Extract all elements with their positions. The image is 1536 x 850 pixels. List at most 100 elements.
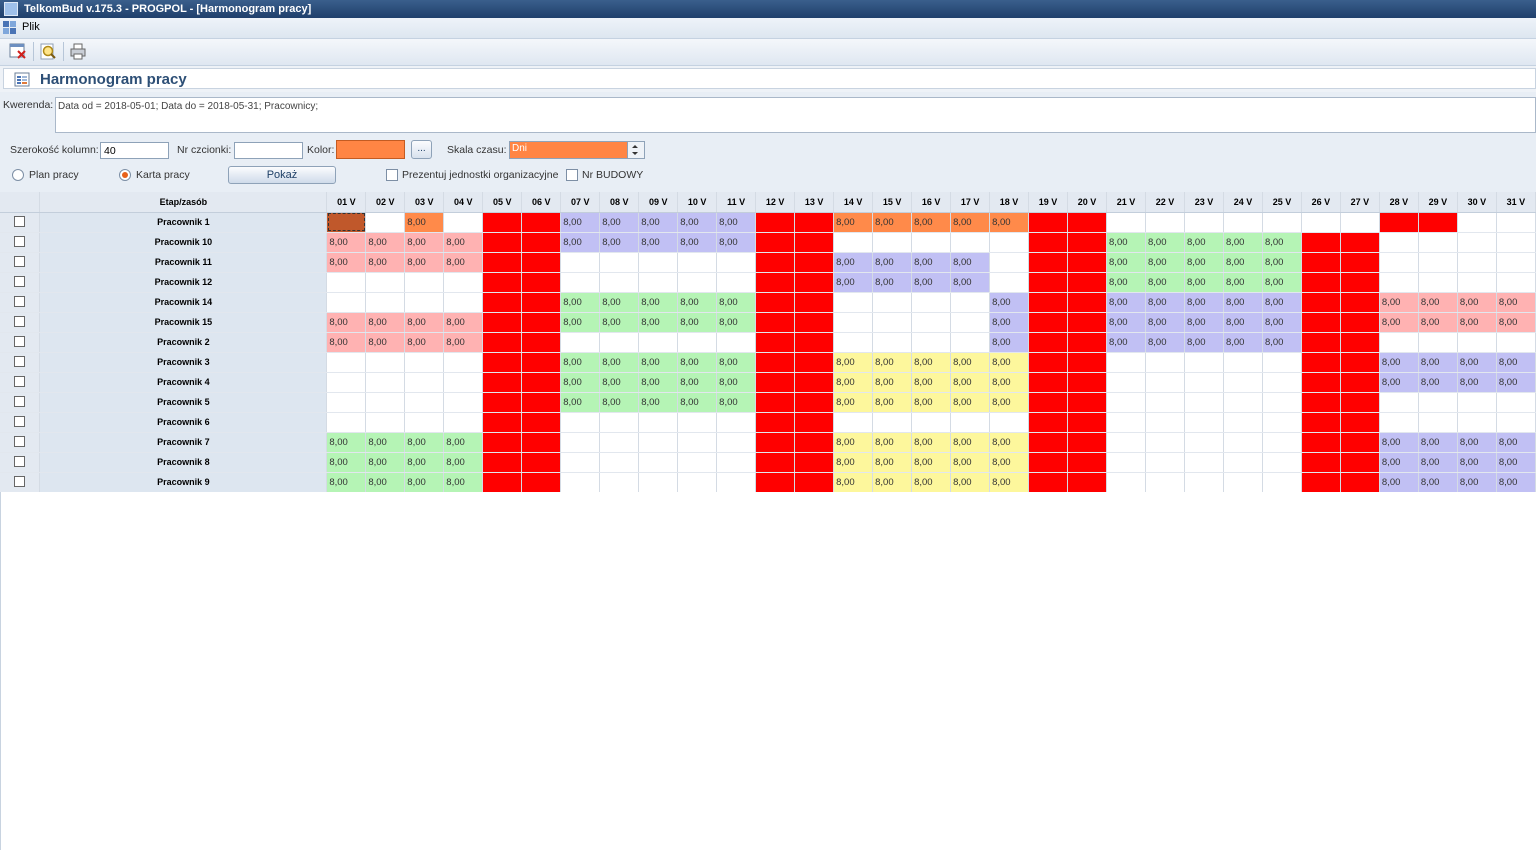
schedule-cell[interactable]: 8,00 bbox=[1262, 292, 1302, 313]
schedule-cell[interactable] bbox=[989, 232, 1030, 253]
schedule-cell[interactable] bbox=[326, 372, 367, 393]
schedule-cell[interactable] bbox=[521, 212, 562, 233]
schedule-cell[interactable] bbox=[677, 412, 718, 433]
schedule-cell[interactable] bbox=[833, 292, 874, 313]
schedule-cell[interactable]: 8,00 bbox=[1418, 352, 1458, 373]
schedule-cell[interactable] bbox=[872, 312, 913, 333]
row-checkbox[interactable] bbox=[0, 432, 41, 453]
row-checkbox[interactable] bbox=[0, 252, 41, 273]
day-header[interactable]: 28 V bbox=[1379, 192, 1419, 213]
schedule-cell[interactable]: 8,00 bbox=[1496, 452, 1536, 473]
schedule-cell[interactable] bbox=[326, 212, 367, 233]
schedule-cell[interactable] bbox=[716, 452, 757, 473]
schedule-cell[interactable] bbox=[716, 252, 757, 273]
card-radio[interactable] bbox=[119, 169, 131, 181]
day-header[interactable]: 12 V bbox=[755, 192, 796, 213]
schedule-cell[interactable] bbox=[716, 472, 757, 493]
schedule-cell[interactable] bbox=[1184, 352, 1224, 373]
row-checkbox[interactable] bbox=[0, 392, 41, 413]
schedule-cell[interactable]: 8,00 bbox=[911, 452, 952, 473]
schedule-cell[interactable]: 8,00 bbox=[638, 232, 679, 253]
schedule-cell[interactable]: 8,00 bbox=[872, 372, 913, 393]
schedule-cell[interactable]: 8,00 bbox=[989, 432, 1030, 453]
schedule-cell[interactable]: 8,00 bbox=[1496, 312, 1536, 333]
schedule-cell[interactable] bbox=[755, 352, 796, 373]
schedule-cell[interactable]: 8,00 bbox=[911, 472, 952, 493]
schedule-cell[interactable] bbox=[677, 432, 718, 453]
schedule-cell[interactable] bbox=[599, 272, 640, 293]
schedule-cell[interactable]: 8,00 bbox=[833, 452, 874, 473]
schedule-cell[interactable] bbox=[1379, 232, 1419, 253]
schedule-cell[interactable]: 8,00 bbox=[1223, 332, 1263, 353]
schedule-cell[interactable] bbox=[521, 292, 562, 313]
schedule-cell[interactable]: 8,00 bbox=[1106, 292, 1146, 313]
schedule-cell[interactable]: 8,00 bbox=[638, 392, 679, 413]
schedule-cell[interactable] bbox=[521, 352, 562, 373]
schedule-cell[interactable] bbox=[560, 472, 601, 493]
schedule-cell[interactable] bbox=[1496, 272, 1536, 293]
schedule-cell[interactable] bbox=[1262, 372, 1302, 393]
schedule-cell[interactable]: 8,00 bbox=[1106, 332, 1146, 353]
day-header[interactable]: 15 V bbox=[872, 192, 913, 213]
schedule-cell[interactable] bbox=[1028, 292, 1069, 313]
row-checkbox[interactable] bbox=[0, 332, 41, 353]
schedule-cell[interactable]: 8,00 bbox=[599, 232, 640, 253]
schedule-cell[interactable]: 8,00 bbox=[1418, 472, 1458, 493]
schedule-cell[interactable] bbox=[677, 472, 718, 493]
schedule-cell[interactable]: 8,00 bbox=[950, 352, 991, 373]
schedule-cell[interactable] bbox=[1145, 412, 1185, 433]
schedule-cell[interactable] bbox=[1106, 472, 1146, 493]
schedule-cell[interactable] bbox=[911, 312, 952, 333]
schedule-cell[interactable] bbox=[482, 432, 523, 453]
schedule-cell[interactable] bbox=[1184, 372, 1224, 393]
schedule-cell[interactable] bbox=[1340, 372, 1380, 393]
schedule-cell[interactable]: 8,00 bbox=[443, 432, 484, 453]
day-header[interactable]: 26 V bbox=[1301, 192, 1341, 213]
schedule-cell[interactable] bbox=[482, 352, 523, 373]
schedule-cell[interactable] bbox=[599, 432, 640, 453]
row-checkbox[interactable] bbox=[0, 232, 41, 253]
schedule-cell[interactable] bbox=[1028, 352, 1069, 373]
schedule-cell[interactable]: 8,00 bbox=[1223, 312, 1263, 333]
schedule-cell[interactable]: 8,00 bbox=[1379, 312, 1419, 333]
schedule-cell[interactable]: 8,00 bbox=[326, 332, 367, 353]
schedule-cell[interactable] bbox=[1379, 252, 1419, 273]
schedule-cell[interactable]: 8,00 bbox=[404, 212, 445, 233]
plan-radio[interactable] bbox=[12, 169, 24, 181]
schedule-cell[interactable]: 8,00 bbox=[1106, 232, 1146, 253]
schedule-cell[interactable] bbox=[755, 412, 796, 433]
day-header[interactable]: 05 V bbox=[482, 192, 523, 213]
day-header[interactable]: 01 V bbox=[326, 192, 367, 213]
schedule-cell[interactable] bbox=[1067, 432, 1108, 453]
schedule-cell[interactable] bbox=[1457, 272, 1497, 293]
schedule-cell[interactable]: 8,00 bbox=[1379, 432, 1419, 453]
schedule-cell[interactable] bbox=[755, 252, 796, 273]
schedule-cell[interactable]: 8,00 bbox=[716, 372, 757, 393]
schedule-cell[interactable]: 8,00 bbox=[833, 352, 874, 373]
schedule-cell[interactable] bbox=[950, 412, 991, 433]
schedule-cell[interactable] bbox=[794, 292, 835, 313]
schedule-cell[interactable] bbox=[755, 232, 796, 253]
schedule-cell[interactable] bbox=[521, 452, 562, 473]
schedule-cell[interactable]: 8,00 bbox=[1262, 312, 1302, 333]
day-header[interactable]: 02 V bbox=[365, 192, 406, 213]
schedule-cell[interactable]: 8,00 bbox=[950, 432, 991, 453]
schedule-cell[interactable] bbox=[443, 352, 484, 373]
browse-color-button[interactable]: ... bbox=[411, 140, 432, 159]
time-scale-select[interactable]: Dni bbox=[509, 141, 645, 159]
schedule-cell[interactable]: 8,00 bbox=[1106, 272, 1146, 293]
schedule-cell[interactable] bbox=[1496, 232, 1536, 253]
schedule-cell[interactable]: 8,00 bbox=[365, 252, 406, 273]
schedule-cell[interactable] bbox=[1184, 472, 1224, 493]
schedule-cell[interactable] bbox=[599, 252, 640, 273]
schedule-cell[interactable]: 8,00 bbox=[443, 332, 484, 353]
spin-icon[interactable] bbox=[627, 142, 644, 158]
schedule-cell[interactable]: 8,00 bbox=[1262, 232, 1302, 253]
row-checkbox[interactable] bbox=[0, 352, 41, 373]
schedule-cell[interactable]: 8,00 bbox=[716, 232, 757, 253]
schedule-cell[interactable] bbox=[1223, 392, 1263, 413]
schedule-cell[interactable] bbox=[872, 332, 913, 353]
schedule-cell[interactable]: 8,00 bbox=[872, 252, 913, 273]
schedule-cell[interactable]: 8,00 bbox=[1145, 312, 1185, 333]
day-header[interactable]: 31 V bbox=[1496, 192, 1536, 213]
